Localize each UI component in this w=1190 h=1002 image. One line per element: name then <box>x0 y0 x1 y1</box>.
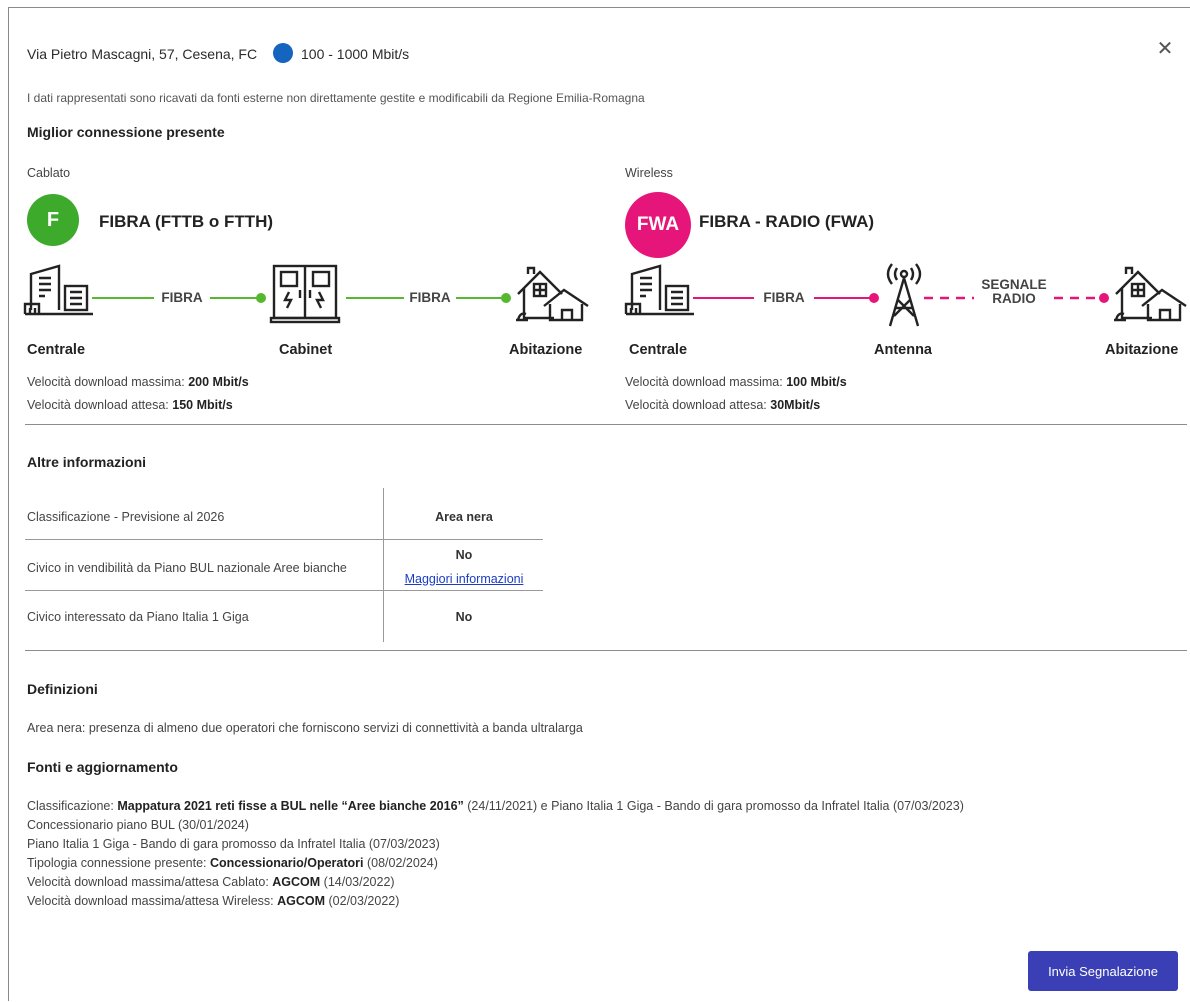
cabinet-icon <box>269 264 341 324</box>
other-info-title: Altre informazioni <box>27 454 147 470</box>
wired-expected-speed: Velocità download attesa: 150 Mbit/s <box>27 398 233 412</box>
wireless-node-centrale: Centrale <box>629 342 688 358</box>
table-row-value-italia-1-giga: No <box>455 610 473 624</box>
wireless-node-abitazione: Abitazione <box>1105 342 1179 358</box>
more-info-link-wrap: Maggiori informazioni <box>384 570 544 588</box>
table-row-divider <box>25 590 543 591</box>
source-line-4: Tipologia connessione presente: Concessi… <box>27 856 438 870</box>
divider <box>25 424 1187 425</box>
antenna-tower-icon <box>886 263 922 327</box>
table-row-value-vendibilita: No <box>455 548 473 562</box>
table-row-label-vendibilita: Civico in vendibilità da Piano BUL nazio… <box>27 561 347 575</box>
sources-list: Classificazione: Mappatura 2021 reti fis… <box>27 799 964 913</box>
definition-area-nera: Area nera: presenza di almeno due operat… <box>27 721 583 735</box>
source-line-3: Piano Italia 1 Giga - Bando di gara prom… <box>27 837 440 851</box>
wireless-category: Wireless <box>625 166 673 180</box>
wired-node-centrale: Centrale <box>27 342 86 358</box>
wired-node-cabinet: Cabinet <box>279 342 333 358</box>
fwa-badge-icon: FWA <box>625 192 691 258</box>
wireless-max-speed: Velocità download massima: 100 Mbit/s <box>625 375 847 389</box>
table-row-divider <box>25 539 543 540</box>
wired-line-label-1: FIBRA <box>161 290 203 305</box>
office-building-icon <box>624 264 694 316</box>
wireless-expected-speed: Velocità download attesa: 30Mbit/s <box>625 398 821 412</box>
submit-report-button[interactable]: Invia Segnalazione <box>1028 951 1178 991</box>
house-icon <box>516 266 589 322</box>
source-line-6: Velocità download massima/attesa Wireles… <box>27 894 400 908</box>
wired-max-speed: Velocità download massima: 200 Mbit/s <box>27 375 249 389</box>
house-icon <box>1114 266 1187 322</box>
table-row-label-italia-1-giga: Civico interessato da Piano Italia 1 Gig… <box>27 610 249 624</box>
wireless-line-label-2: SEGNALE RADIO <box>981 277 1047 306</box>
sources-title: Fonti e aggiornamento <box>27 759 178 775</box>
table-row-label-classificazione: Classificazione - Previsione al 2026 <box>27 510 225 524</box>
definitions-title: Definizioni <box>27 681 98 697</box>
source-line-2: Concessionario piano BUL (30/01/2024) <box>27 818 249 832</box>
more-info-link[interactable]: Maggiori informazioni <box>405 572 524 586</box>
wireless-line-label-1: FIBRA <box>763 290 805 305</box>
source-line-1: Classificazione: Mappatura 2021 reti fis… <box>27 799 964 813</box>
divider <box>25 650 1187 651</box>
wireless-tech-title: FIBRA - RADIO (FWA) <box>699 212 875 231</box>
source-line-5: Velocità download massima/attesa Cablato… <box>27 875 395 889</box>
table-row-value-classificazione: Area nera <box>435 510 493 524</box>
wireless-node-antenna: Antenna <box>874 342 932 358</box>
wired-line-label-2: FIBRA <box>409 290 451 305</box>
wired-node-abitazione: Abitazione <box>509 342 583 358</box>
info-panel: Via Pietro Mascagni, 57, Cesena, FC 100 … <box>8 7 1190 1001</box>
office-building-icon <box>23 264 93 316</box>
